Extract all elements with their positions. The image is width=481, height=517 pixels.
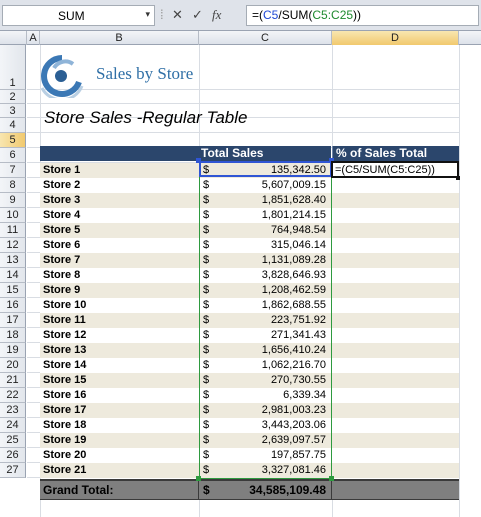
name-box-dropdown-icon[interactable]: ▾	[145, 9, 150, 20]
formula-prefix: =(	[252, 8, 264, 22]
name-box[interactable]: SUM ▾	[2, 5, 155, 26]
row-header-15[interactable]: 15	[0, 283, 26, 298]
column-header-d[interactable]: D	[332, 31, 459, 45]
row-header-13[interactable]: 13	[0, 253, 26, 268]
store-name: Store 16	[43, 389, 87, 401]
gridline	[27, 103, 459, 104]
store-name: Store 14	[43, 359, 87, 371]
row-header-11[interactable]: 11	[0, 223, 26, 238]
range-highlight-c5-c25	[199, 161, 332, 479]
formula-ref-range: C5:C25	[312, 8, 354, 22]
row-header-5[interactable]: 5	[0, 133, 26, 148]
store-name: Store 4	[43, 209, 81, 221]
row-header-26[interactable]: 26	[0, 448, 26, 463]
header-total-sales[interactable]: Total Sales	[198, 146, 331, 161]
store-name: Store 19	[43, 434, 87, 446]
row-header-24[interactable]: 24	[0, 418, 26, 433]
grip-icon: ⁞	[160, 7, 164, 22]
row-header-19[interactable]: 19	[0, 343, 26, 358]
sheet-subtitle: Store Sales -Regular Table	[44, 108, 248, 127]
row-header-21[interactable]: 21	[0, 373, 26, 388]
divider	[331, 481, 332, 500]
row-header-18[interactable]: 18	[0, 328, 26, 343]
active-cell-d5[interactable]: =(C5/SUM(C5:C25))	[331, 161, 459, 178]
formula-controls: ⁞ ✕ ✓ fx	[158, 5, 246, 26]
store-name: Store 7	[43, 254, 81, 266]
row-header-8[interactable]: 8	[0, 178, 26, 193]
formula-suffix: ))	[353, 8, 362, 22]
resize-handle[interactable]	[329, 476, 334, 481]
column-header-c[interactable]: C	[199, 31, 332, 45]
row-header-7[interactable]: 7	[0, 163, 26, 178]
select-all-corner[interactable]	[0, 31, 27, 45]
divider	[198, 481, 199, 500]
store-name: Store 12	[43, 329, 87, 341]
formula-bar: SUM ▾ ⁞ ✕ ✓ fx =(C5/SUM(C5:C25))	[0, 0, 481, 31]
grand-total-value: 34,585,109.48	[249, 483, 326, 497]
row-header-16[interactable]: 16	[0, 298, 26, 313]
column-header-b[interactable]: B	[40, 31, 199, 45]
row-header-10[interactable]: 10	[0, 208, 26, 223]
row-header-14[interactable]: 14	[0, 268, 26, 283]
formula-mid: /SUM(	[278, 8, 313, 22]
column-header-bar: A B C D	[0, 31, 481, 45]
store-name: Store 18	[43, 419, 87, 431]
formula-input[interactable]: =(C5/SUM(C5:C25))	[246, 5, 479, 26]
insert-function-icon[interactable]: fx	[212, 7, 221, 23]
store-name: Store 3	[43, 194, 81, 206]
store-name: Store 20	[43, 449, 87, 461]
store-name: Store 17	[43, 404, 87, 416]
row-header-22[interactable]: 22	[0, 388, 26, 403]
table-header: Total Sales % of Sales Total	[40, 146, 459, 161]
row-header-12[interactable]: 12	[0, 238, 26, 253]
store-name: Store 5	[43, 224, 81, 236]
row-header-1[interactable]: 1	[0, 45, 26, 90]
enter-icon[interactable]: ✓	[192, 7, 203, 23]
store-name: Store 11	[43, 314, 86, 326]
grand-total-label: Grand Total:	[43, 483, 114, 497]
row-header-20[interactable]: 20	[0, 358, 26, 373]
name-box-value: SUM	[58, 9, 85, 23]
row-header-23[interactable]: 23	[0, 403, 26, 418]
store-name: Store 10	[43, 299, 87, 311]
store-name: Store 9	[43, 284, 81, 296]
store-name: Store 6	[43, 239, 81, 251]
resize-handle[interactable]	[196, 476, 201, 481]
range-highlight-c5	[199, 161, 332, 177]
row-header-25[interactable]: 25	[0, 433, 26, 448]
header-pct-sales[interactable]: % of Sales Total	[332, 146, 459, 161]
store-name: Store 15	[43, 374, 87, 386]
store-name: Store 13	[43, 344, 87, 356]
grand-total-currency: $	[203, 483, 210, 497]
store-name: Store 8	[43, 269, 81, 281]
row-header-2[interactable]: 2	[0, 90, 26, 104]
row-header-17[interactable]: 17	[0, 313, 26, 328]
row-header-4[interactable]: 4	[0, 118, 26, 133]
column-header-a[interactable]: A	[27, 31, 40, 45]
store-name: Store 21	[43, 464, 87, 476]
store-name: Store 2	[43, 179, 81, 191]
fill-handle[interactable]	[456, 176, 460, 180]
cancel-icon[interactable]: ✕	[172, 7, 183, 23]
gridline	[459, 45, 460, 517]
header-blank-cell[interactable]	[40, 146, 198, 161]
formula-ref-c5: C5	[263, 8, 279, 22]
logo-icon	[40, 55, 84, 98]
gridline	[27, 132, 459, 133]
logo-text: Sales by Store	[96, 64, 194, 83]
row-header-27[interactable]: 27	[0, 463, 26, 478]
row-header-6[interactable]: 6	[0, 148, 26, 163]
resize-handle[interactable]	[196, 158, 201, 163]
grand-total-row[interactable]: Grand Total: $ 34,585,109.48	[40, 479, 459, 500]
store-name: Store 1	[43, 164, 81, 176]
row-header-9[interactable]: 9	[0, 193, 26, 208]
active-cell-formula: =(C5/SUM(C5:C25))	[335, 164, 435, 176]
row-header-3[interactable]: 3	[0, 104, 26, 118]
